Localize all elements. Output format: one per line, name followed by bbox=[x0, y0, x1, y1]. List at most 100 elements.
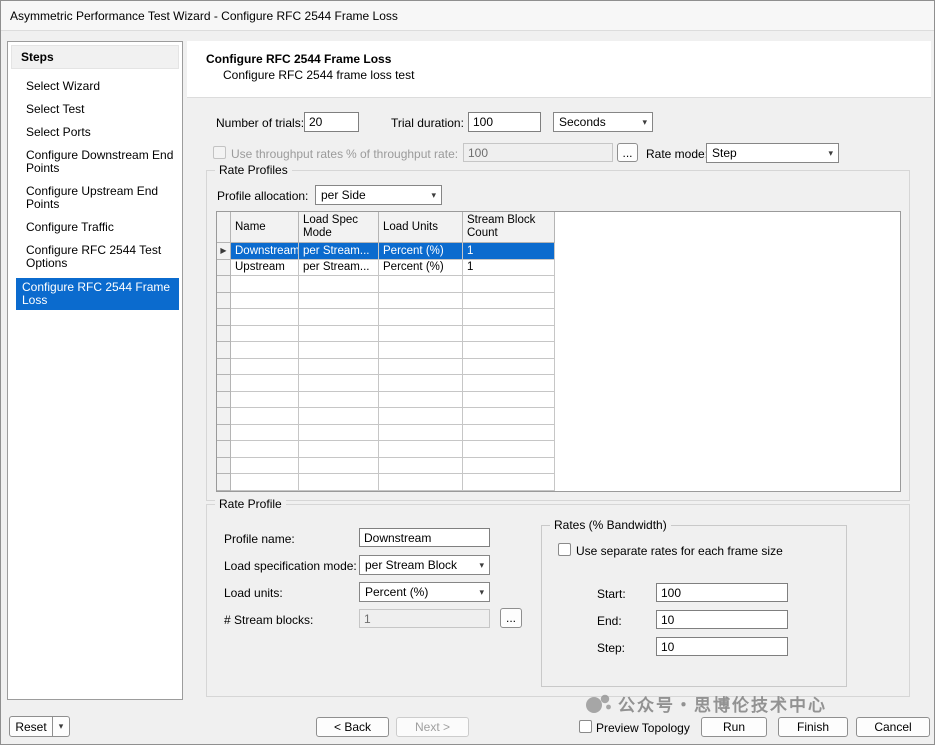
cell-load-units[interactable] bbox=[379, 309, 463, 326]
cell-load-units[interactable]: Percent (%) bbox=[379, 243, 463, 260]
table-row[interactable] bbox=[217, 326, 900, 343]
cell-load-spec-mode[interactable] bbox=[299, 392, 379, 409]
cell-load-spec-mode[interactable] bbox=[299, 309, 379, 326]
row-selector[interactable] bbox=[217, 425, 231, 442]
table-row[interactable] bbox=[217, 458, 900, 475]
cancel-button[interactable]: Cancel bbox=[856, 717, 930, 737]
cell-stream-block-count[interactable] bbox=[463, 293, 555, 310]
start-input[interactable] bbox=[656, 583, 788, 602]
cell-load-spec-mode[interactable] bbox=[299, 276, 379, 293]
cell-name[interactable] bbox=[231, 392, 299, 409]
cell-name[interactable] bbox=[231, 425, 299, 442]
cell-load-spec-mode[interactable] bbox=[299, 359, 379, 376]
step-item-configure-upstream-end-points[interactable]: Configure Upstream End Points bbox=[8, 183, 182, 213]
cell-load-units[interactable] bbox=[379, 326, 463, 343]
rate-mode-select[interactable]: Step ▾ bbox=[706, 143, 839, 163]
cell-stream-block-count[interactable]: 1 bbox=[463, 243, 555, 260]
cell-stream-block-count[interactable] bbox=[463, 276, 555, 293]
end-input[interactable] bbox=[656, 610, 788, 629]
cell-load-spec-mode[interactable] bbox=[299, 375, 379, 392]
cell-stream-block-count[interactable] bbox=[463, 458, 555, 475]
stream-blocks-input[interactable] bbox=[359, 609, 490, 628]
cell-load-units[interactable] bbox=[379, 293, 463, 310]
cell-load-units[interactable] bbox=[379, 359, 463, 376]
row-selector[interactable] bbox=[217, 309, 231, 326]
profile-name-input[interactable] bbox=[359, 528, 490, 547]
cell-stream-block-count[interactable] bbox=[463, 309, 555, 326]
column-header-stream-block-count[interactable]: Stream Block Count bbox=[463, 212, 555, 243]
row-selector[interactable] bbox=[217, 375, 231, 392]
row-selector[interactable] bbox=[217, 408, 231, 425]
cell-load-units[interactable] bbox=[379, 342, 463, 359]
reset-dropdown-button[interactable]: ▾ bbox=[53, 716, 70, 737]
row-selector[interactable] bbox=[217, 474, 231, 491]
table-row[interactable]: ▶Downstreamper Stream...Percent (%)1 bbox=[217, 243, 900, 260]
cell-stream-block-count[interactable] bbox=[463, 441, 555, 458]
table-corner[interactable] bbox=[217, 212, 231, 243]
table-row[interactable] bbox=[217, 425, 900, 442]
row-selector[interactable] bbox=[217, 276, 231, 293]
step-item-select-ports[interactable]: Select Ports bbox=[8, 124, 182, 141]
cell-load-spec-mode[interactable]: per Stream... bbox=[299, 260, 379, 277]
cell-name[interactable] bbox=[231, 293, 299, 310]
table-row[interactable]: Upstreamper Stream...Percent (%)1 bbox=[217, 260, 900, 277]
row-selector[interactable] bbox=[217, 293, 231, 310]
cell-name[interactable] bbox=[231, 342, 299, 359]
reset-button[interactable]: Reset bbox=[9, 716, 53, 737]
cell-name[interactable]: Upstream bbox=[231, 260, 299, 277]
use-throughput-rates-checkbox[interactable] bbox=[213, 146, 226, 159]
cell-name[interactable] bbox=[231, 408, 299, 425]
cell-load-units[interactable] bbox=[379, 458, 463, 475]
table-row[interactable] bbox=[217, 293, 900, 310]
row-selector[interactable] bbox=[217, 342, 231, 359]
cell-load-spec-mode[interactable] bbox=[299, 425, 379, 442]
cell-load-units[interactable] bbox=[379, 375, 463, 392]
row-selector[interactable] bbox=[217, 260, 231, 277]
step-item-configure-downstream-end-points[interactable]: Configure Downstream End Points bbox=[8, 147, 182, 177]
row-selector[interactable] bbox=[217, 359, 231, 376]
throughput-rate-input[interactable] bbox=[463, 143, 613, 162]
cell-stream-block-count[interactable] bbox=[463, 359, 555, 376]
cell-name[interactable] bbox=[231, 458, 299, 475]
cell-name[interactable] bbox=[231, 375, 299, 392]
cell-load-units[interactable] bbox=[379, 425, 463, 442]
cell-load-spec-mode[interactable] bbox=[299, 293, 379, 310]
cell-load-units[interactable]: Percent (%) bbox=[379, 260, 463, 277]
run-button[interactable]: Run bbox=[701, 717, 767, 737]
step-item-configure-rfc-2544-test-options[interactable]: Configure RFC 2544 Test Options bbox=[8, 242, 182, 272]
table-row[interactable] bbox=[217, 359, 900, 376]
table-row[interactable] bbox=[217, 342, 900, 359]
cell-name[interactable]: Downstream bbox=[231, 243, 299, 260]
number-of-trials-input[interactable] bbox=[304, 112, 359, 132]
cell-load-spec-mode[interactable] bbox=[299, 408, 379, 425]
next-button[interactable]: Next > bbox=[396, 717, 469, 737]
profile-allocation-select[interactable]: per Side ▾ bbox=[315, 185, 442, 205]
cell-stream-block-count[interactable] bbox=[463, 326, 555, 343]
cell-stream-block-count[interactable] bbox=[463, 408, 555, 425]
load-specification-mode-select[interactable]: per Stream Block ▾ bbox=[359, 555, 490, 575]
cell-load-units[interactable] bbox=[379, 276, 463, 293]
cell-load-spec-mode[interactable] bbox=[299, 458, 379, 475]
trial-duration-input[interactable] bbox=[468, 112, 541, 132]
cell-stream-block-count[interactable] bbox=[463, 375, 555, 392]
step-input[interactable] bbox=[656, 637, 788, 656]
column-header-load-units[interactable]: Load Units bbox=[379, 212, 463, 243]
stream-blocks-browse-button[interactable]: ... bbox=[500, 608, 522, 628]
table-row[interactable] bbox=[217, 309, 900, 326]
trial-duration-unit-select[interactable]: Seconds ▾ bbox=[553, 112, 653, 132]
back-button[interactable]: < Back bbox=[316, 717, 389, 737]
table-row[interactable] bbox=[217, 392, 900, 409]
cell-name[interactable] bbox=[231, 326, 299, 343]
step-item-select-wizard[interactable]: Select Wizard bbox=[8, 78, 182, 95]
cell-stream-block-count[interactable]: 1 bbox=[463, 260, 555, 277]
cell-load-spec-mode[interactable] bbox=[299, 326, 379, 343]
table-row[interactable] bbox=[217, 441, 900, 458]
cell-stream-block-count[interactable] bbox=[463, 392, 555, 409]
step-item-configure-traffic[interactable]: Configure Traffic bbox=[8, 219, 182, 236]
cell-stream-block-count[interactable] bbox=[463, 474, 555, 491]
column-header-name[interactable]: Name bbox=[231, 212, 299, 243]
step-item-select-test[interactable]: Select Test bbox=[8, 101, 182, 118]
table-row[interactable] bbox=[217, 408, 900, 425]
separate-rates-checkbox[interactable] bbox=[558, 543, 571, 556]
row-selector[interactable] bbox=[217, 458, 231, 475]
